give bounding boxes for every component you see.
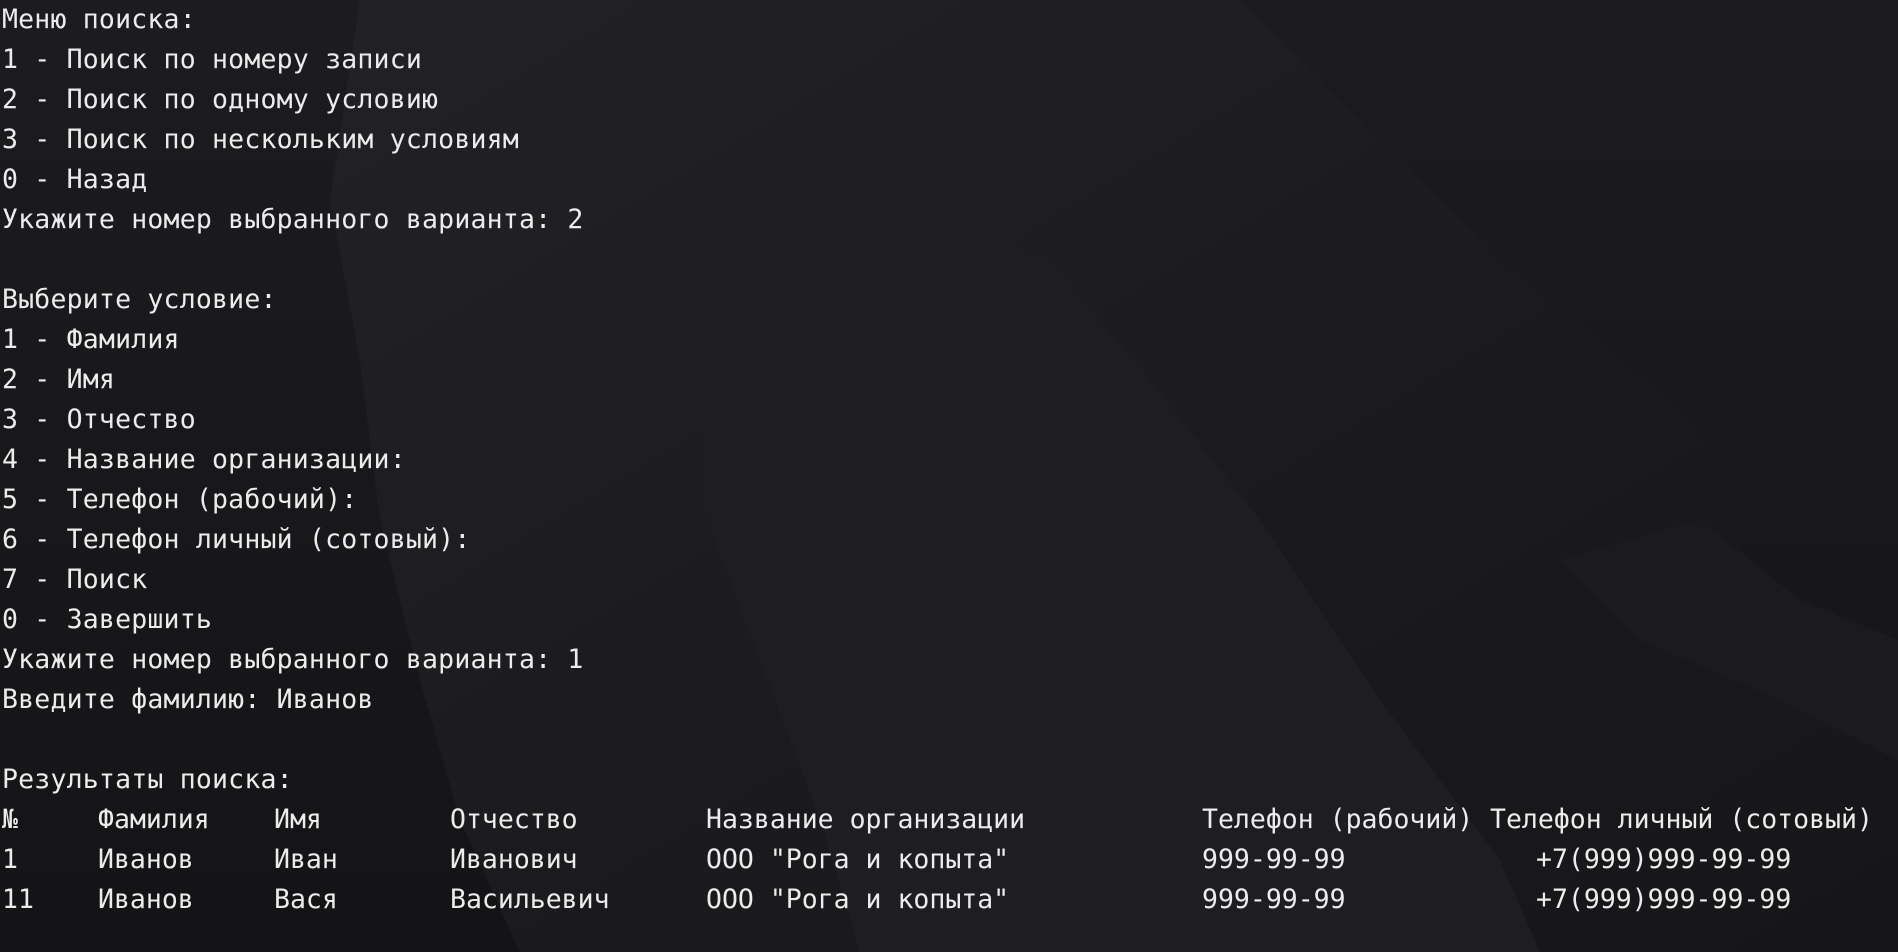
table-row: 11 Иванов Вася Васильевич ООО "Рога и ко… bbox=[2, 880, 1892, 920]
cell-number: 11 bbox=[2, 884, 34, 915]
condition-menu-option: 2 - Имя bbox=[2, 364, 116, 395]
results-title: Результаты поиска: bbox=[2, 764, 293, 795]
search-menu-title: Меню поиска: bbox=[2, 4, 196, 35]
condition-menu-option: 4 - Название организации: bbox=[2, 444, 406, 475]
search-menu-prompt: Укажите номер выбранного варианта: 2 bbox=[2, 204, 584, 235]
search-menu-option: 3 - Поиск по нескольким условиям bbox=[2, 124, 519, 155]
cell-organization: ООО "Рога и копыта" bbox=[706, 844, 1010, 875]
cell-patronymic: Иванович bbox=[450, 844, 578, 875]
condition-menu-option: 7 - Поиск bbox=[2, 564, 148, 595]
cell-surname: Иванов bbox=[98, 844, 194, 875]
header-name: Имя bbox=[274, 804, 322, 835]
cell-name: Вася bbox=[274, 884, 338, 915]
header-patronymic: Отчество bbox=[450, 804, 578, 835]
header-work-phone: Телефон (рабочий) bbox=[1202, 804, 1474, 835]
surname-input-line: Введите фамилию: Иванов bbox=[2, 684, 374, 715]
cell-number: 1 bbox=[2, 844, 18, 875]
cell-work-phone: 999-99-99 bbox=[1202, 844, 1346, 875]
header-surname: Фамилия bbox=[98, 804, 210, 835]
condition-menu-title: Выберите условие: bbox=[2, 284, 277, 315]
search-menu-option: 0 - Назад bbox=[2, 164, 148, 195]
header-mobile-phone: Телефон личный (сотовый) bbox=[1490, 804, 1873, 835]
cell-patronymic: Васильевич bbox=[450, 884, 610, 915]
condition-menu-option: 3 - Отчество bbox=[2, 404, 196, 435]
cell-name: Иван bbox=[274, 844, 338, 875]
header-number: № bbox=[2, 804, 18, 835]
header-organization: Название организации bbox=[706, 804, 1026, 835]
cell-organization: ООО "Рога и копыта" bbox=[706, 884, 1010, 915]
cell-work-phone: 999-99-99 bbox=[1202, 884, 1346, 915]
condition-menu-option: 1 - Фамилия bbox=[2, 324, 180, 355]
terminal-output: Меню поиска: 1 - Поиск по номеру записи … bbox=[2, 0, 1892, 920]
results-table: № Фамилия Имя Отчество Название организа… bbox=[2, 800, 1892, 920]
search-menu-option: 2 - Поиск по одному условию bbox=[2, 84, 439, 115]
table-row: 1 Иванов Иван Иванович ООО "Рога и копыт… bbox=[2, 840, 1892, 880]
condition-menu-option: 0 - Завершить bbox=[2, 604, 213, 635]
cell-mobile-phone: +7(999)999-99-99 bbox=[1536, 844, 1792, 875]
condition-menu-option: 5 - Телефон (рабочий): bbox=[2, 484, 358, 515]
cell-surname: Иванов bbox=[98, 884, 194, 915]
cell-mobile-phone: +7(999)999-99-99 bbox=[1536, 884, 1792, 915]
results-header-row: № Фамилия Имя Отчество Название организа… bbox=[2, 800, 1892, 840]
search-menu-option: 1 - Поиск по номеру записи bbox=[2, 44, 423, 75]
condition-menu-prompt: Укажите номер выбранного варианта: 1 bbox=[2, 644, 584, 675]
condition-menu-option: 6 - Телефон личный (сотовый): bbox=[2, 524, 471, 555]
